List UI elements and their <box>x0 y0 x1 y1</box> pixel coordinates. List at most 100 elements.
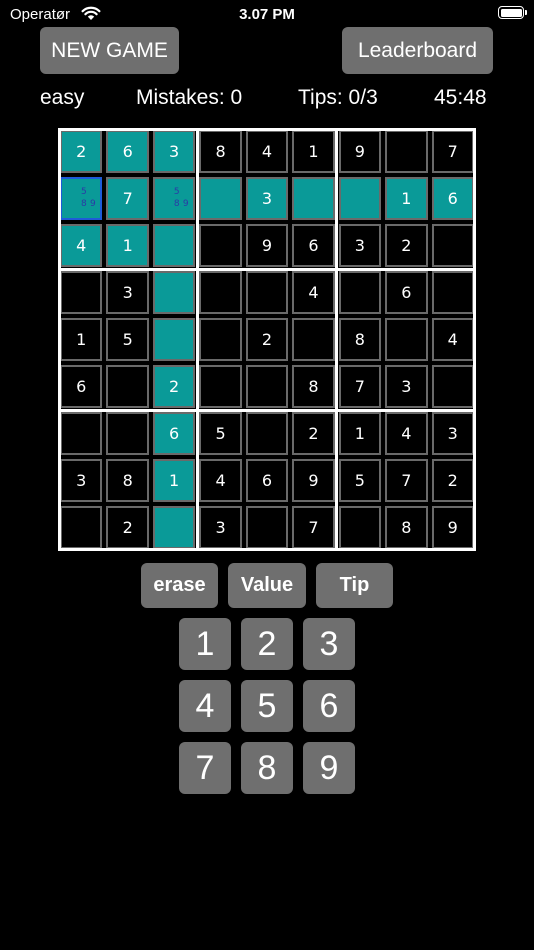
cell-value: 7 <box>447 142 458 161</box>
sudoku-cell-r2c1[interactable]: 5 89 <box>60 177 103 220</box>
sudoku-cell-r9c9[interactable]: 9 <box>431 506 474 549</box>
keypad-number-5[interactable]: 5 <box>241 680 293 732</box>
sudoku-cell-r2c9[interactable]: 6 <box>431 177 474 220</box>
keypad-number-1[interactable]: 1 <box>179 618 231 670</box>
sudoku-cell-r5c5[interactable]: 2 <box>245 318 289 361</box>
keypad-number-3[interactable]: 3 <box>303 618 355 670</box>
sudoku-cell-r2c8[interactable]: 1 <box>385 177 428 220</box>
sudoku-cell-r2c2[interactable]: 7 <box>106 177 149 220</box>
sudoku-cell-r3c6[interactable]: 6 <box>292 224 335 267</box>
sudoku-cell-r3c5[interactable]: 9 <box>245 224 289 267</box>
sudoku-cell-r2c3[interactable]: 5 89 <box>152 177 196 220</box>
sudoku-cell-r8c5[interactable]: 6 <box>245 459 289 502</box>
new-game-button[interactable]: NEW GAME <box>40 27 179 74</box>
sudoku-cell-r7c1[interactable] <box>60 412 103 455</box>
sudoku-cell-r1c9[interactable]: 7 <box>431 130 474 173</box>
sudoku-cell-r1c4[interactable]: 8 <box>199 130 242 173</box>
sudoku-cell-r6c6[interactable]: 8 <box>292 365 335 408</box>
sudoku-cell-r6c3[interactable]: 2 <box>152 365 196 408</box>
sudoku-cell-r5c8[interactable] <box>385 318 428 361</box>
tip-button[interactable]: Tip <box>316 563 393 608</box>
sudoku-cell-r4c4[interactable] <box>199 271 242 314</box>
sudoku-cell-r6c5[interactable] <box>245 365 289 408</box>
cell-value: 6 <box>76 377 87 396</box>
sudoku-cell-r9c7[interactable] <box>338 506 382 549</box>
sudoku-cell-r9c6[interactable]: 7 <box>292 506 335 549</box>
sudoku-cell-r6c2[interactable] <box>106 365 149 408</box>
sudoku-cell-r8c6[interactable]: 9 <box>292 459 335 502</box>
sudoku-cell-r3c2[interactable]: 1 <box>106 224 149 267</box>
sudoku-cell-r2c5[interactable]: 3 <box>245 177 289 220</box>
sudoku-cell-r2c6[interactable] <box>292 177 335 220</box>
sudoku-cell-r9c4[interactable]: 3 <box>199 506 242 549</box>
sudoku-cell-r3c8[interactable]: 2 <box>385 224 428 267</box>
leaderboard-button[interactable]: Leaderboard <box>342 27 493 74</box>
sudoku-cell-r6c1[interactable]: 6 <box>60 365 103 408</box>
sudoku-cell-r7c7[interactable]: 1 <box>338 412 382 455</box>
sudoku-cell-r7c8[interactable]: 4 <box>385 412 428 455</box>
sudoku-cell-r8c9[interactable]: 2 <box>431 459 474 502</box>
erase-button[interactable]: erase <box>141 563 218 608</box>
sudoku-cell-r4c8[interactable]: 6 <box>385 271 428 314</box>
sudoku-cell-r9c3[interactable] <box>152 506 196 549</box>
keypad-number-2[interactable]: 2 <box>241 618 293 670</box>
sudoku-cell-r2c4[interactable] <box>199 177 242 220</box>
sudoku-cell-r4c3[interactable] <box>152 271 196 314</box>
sudoku-cell-r7c5[interactable] <box>245 412 289 455</box>
sudoku-cell-r1c8[interactable] <box>385 130 428 173</box>
keypad-number-9[interactable]: 9 <box>303 742 355 794</box>
cell-value: 2 <box>169 377 180 396</box>
sudoku-cell-r4c9[interactable] <box>431 271 474 314</box>
sudoku-cell-r4c2[interactable]: 3 <box>106 271 149 314</box>
sudoku-cell-r6c7[interactable]: 7 <box>338 365 382 408</box>
value-button[interactable]: Value <box>228 563 306 608</box>
sudoku-cell-r7c2[interactable] <box>106 412 149 455</box>
sudoku-cell-r5c6[interactable] <box>292 318 335 361</box>
sudoku-cell-r9c5[interactable] <box>245 506 289 549</box>
sudoku-cell-r3c1[interactable]: 4 <box>60 224 103 267</box>
cell-value: 2 <box>76 142 87 161</box>
sudoku-cell-r1c7[interactable]: 9 <box>338 130 382 173</box>
sudoku-cell-r8c3[interactable]: 1 <box>152 459 196 502</box>
sudoku-cell-r5c3[interactable] <box>152 318 196 361</box>
sudoku-cell-r9c2[interactable]: 2 <box>106 506 149 549</box>
sudoku-cell-r8c4[interactable]: 4 <box>199 459 242 502</box>
sudoku-cell-r1c1[interactable]: 2 <box>60 130 103 173</box>
sudoku-cell-r2c7[interactable] <box>338 177 382 220</box>
sudoku-cell-r1c3[interactable]: 3 <box>152 130 196 173</box>
sudoku-cell-r5c1[interactable]: 1 <box>60 318 103 361</box>
sudoku-cell-r3c4[interactable] <box>199 224 242 267</box>
sudoku-cell-r9c8[interactable]: 8 <box>385 506 428 549</box>
sudoku-cell-r8c1[interactable]: 3 <box>60 459 103 502</box>
sudoku-cell-r3c7[interactable]: 3 <box>338 224 382 267</box>
keypad-number-4[interactable]: 4 <box>179 680 231 732</box>
sudoku-cell-r4c6[interactable]: 4 <box>292 271 335 314</box>
sudoku-cell-r3c3[interactable] <box>152 224 196 267</box>
sudoku-cell-r7c4[interactable]: 5 <box>199 412 242 455</box>
sudoku-cell-r8c8[interactable]: 7 <box>385 459 428 502</box>
sudoku-cell-r4c1[interactable] <box>60 271 103 314</box>
sudoku-cell-r6c8[interactable]: 3 <box>385 365 428 408</box>
sudoku-cell-r5c9[interactable]: 4 <box>431 318 474 361</box>
sudoku-cell-r9c1[interactable] <box>60 506 103 549</box>
cell-value: 4 <box>308 283 319 302</box>
sudoku-cell-r6c9[interactable] <box>431 365 474 408</box>
keypad-number-8[interactable]: 8 <box>241 742 293 794</box>
sudoku-cell-r5c4[interactable] <box>199 318 242 361</box>
keypad-number-7[interactable]: 7 <box>179 742 231 794</box>
sudoku-cell-r1c6[interactable]: 1 <box>292 130 335 173</box>
sudoku-cell-r4c5[interactable] <box>245 271 289 314</box>
sudoku-cell-r5c2[interactable]: 5 <box>106 318 149 361</box>
sudoku-cell-r7c3[interactable]: 6 <box>152 412 196 455</box>
sudoku-cell-r7c9[interactable]: 3 <box>431 412 474 455</box>
sudoku-cell-r1c2[interactable]: 6 <box>106 130 149 173</box>
keypad-number-6[interactable]: 6 <box>303 680 355 732</box>
sudoku-cell-r5c7[interactable]: 8 <box>338 318 382 361</box>
sudoku-cell-r4c7[interactable] <box>338 271 382 314</box>
sudoku-cell-r7c6[interactable]: 2 <box>292 412 335 455</box>
sudoku-cell-r3c9[interactable] <box>431 224 474 267</box>
sudoku-cell-r8c2[interactable]: 8 <box>106 459 149 502</box>
sudoku-cell-r1c5[interactable]: 4 <box>245 130 289 173</box>
sudoku-cell-r8c7[interactable]: 5 <box>338 459 382 502</box>
sudoku-cell-r6c4[interactable] <box>199 365 242 408</box>
